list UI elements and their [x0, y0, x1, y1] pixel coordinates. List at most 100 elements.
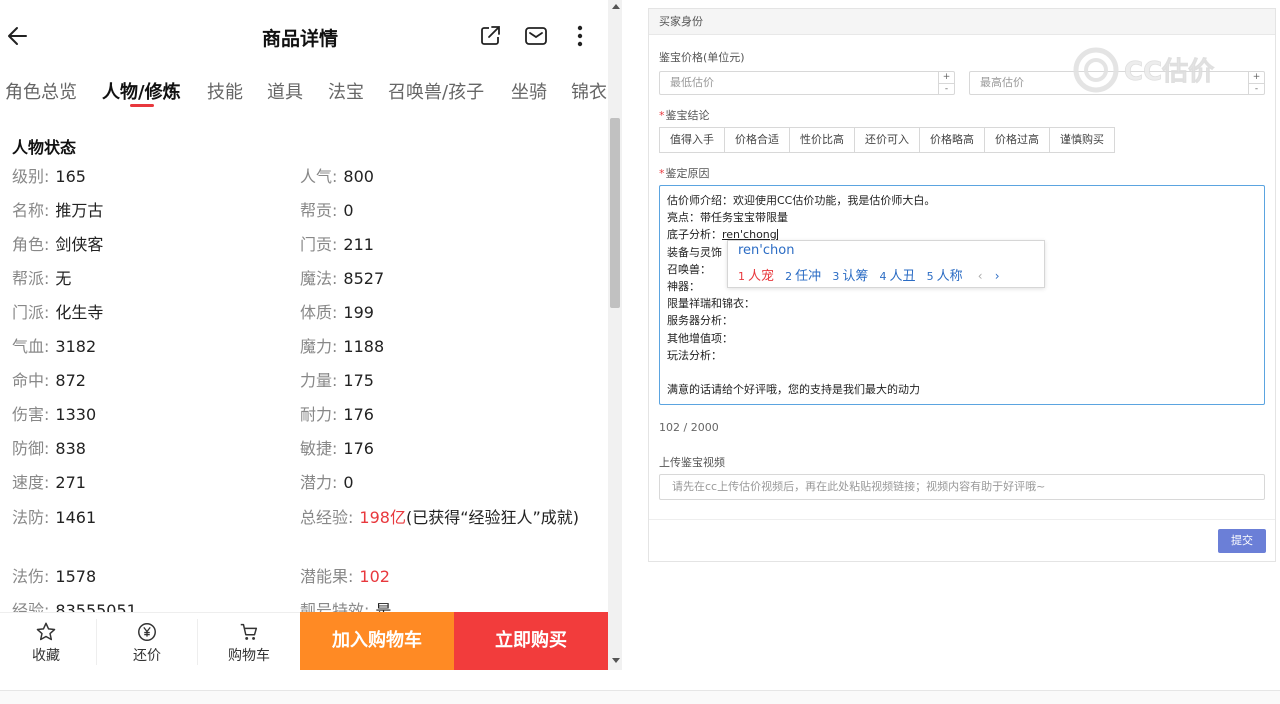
stat-row: 气血: 3182 [12, 337, 97, 356]
stat-row: 门贡: 211 [300, 235, 374, 254]
conclusion-option[interactable]: 价格合适 [724, 127, 790, 153]
stat-row: 防御: 838 [12, 439, 86, 458]
min-price-placeholder: 最低估价 [670, 76, 714, 89]
active-tab-indicator [130, 104, 154, 107]
price-label: 鉴宝价格(单位元) [659, 51, 745, 64]
text-line: 限量祥瑞和锦衣： [667, 297, 755, 311]
character-stats: 人物状态 级别: 165 名称: 推万古 角色: 剑侠客 帮派: 无 门派: 化生寺 气血… [0, 118, 608, 612]
stat-row: 速度: 271 [12, 473, 86, 492]
buyer-identity-header: 买家身份 [649, 9, 1275, 35]
stat-row: 帮派: 无 [12, 269, 72, 288]
ime-prev-page-icon[interactable]: ‹ [978, 269, 983, 283]
stat-row: 经验: 83555051 [12, 601, 137, 612]
ime-candidates: 1 人宠 2 任冲 3 认筹 4 人丑 5 人称 ‹ › [738, 265, 1000, 284]
ime-candidate[interactable]: 4 人丑 [879, 265, 915, 284]
page-title: 商品详情 [261, 28, 338, 50]
favorite-button[interactable]: 收藏 [0, 613, 92, 670]
favorite-label: 收藏 [32, 648, 60, 664]
ime-candidate[interactable]: 3 认筹 [832, 265, 868, 284]
potential-fruit-row: 潜能果: 102 [300, 567, 390, 586]
conclusion-option[interactable]: 谨慎购买 [1049, 127, 1115, 153]
text-line: 满意的话请给个好评哦，您的支持是我们最大的动力 [667, 383, 920, 397]
tab-treasures[interactable]: 法宝 [328, 78, 364, 104]
ime-candidate[interactable]: 1 人宠 [738, 265, 774, 284]
stat-row: 名称: 推万古 [12, 201, 104, 220]
tab-character-cultivation[interactable]: 人物/修炼 [102, 78, 181, 104]
stat-row: 伤害: 1330 [12, 405, 97, 424]
product-detail-panel: 商品详情 角色总览 人物/修炼 技能 道具 法宝 召唤兽/孩子 坐骑 锦衣 人物… [0, 0, 622, 670]
conclusion-option[interactable]: 价格略高 [919, 127, 985, 153]
star-icon [36, 622, 56, 641]
category-tabs: 角色总览 人物/修炼 技能 道具 法宝 召唤兽/孩子 坐骑 锦衣 [0, 78, 608, 112]
more-menu-icon[interactable] [568, 24, 592, 48]
stat-row: 命中: 872 [12, 371, 86, 390]
tab-outfits[interactable]: 锦衣 [571, 78, 607, 104]
mail-icon[interactable] [524, 24, 548, 48]
stat-row: 靓号特效: 是 [300, 601, 392, 612]
conclusion-options: 值得入手 价格合适 性价比高 还价可入 价格略高 价格过高 谨慎购买 [659, 127, 1115, 153]
decrement-button[interactable]: - [939, 83, 954, 94]
ime-candidate[interactable]: 5 人称 [927, 265, 963, 284]
yen-coin-icon [138, 623, 156, 641]
stat-row: 级别: 165 [12, 167, 86, 186]
conclusion-option[interactable]: 值得入手 [659, 127, 725, 153]
stat-row: 敏捷: 176 [300, 439, 374, 458]
character-counter: 102 / 2000 [659, 421, 719, 434]
cart-button[interactable]: 购物车 [198, 613, 300, 670]
stat-row: 角色: 剑侠客 [12, 235, 104, 254]
reason-label: *鉴定原因 [659, 167, 710, 180]
share-icon[interactable] [478, 24, 502, 48]
section-title: 人物状态 [12, 138, 77, 157]
conclusion-option[interactable]: 性价比高 [789, 127, 855, 153]
stat-row: 法防: 1461 [12, 508, 97, 527]
bottom-status-strip [0, 690, 1280, 704]
stat-row: 体质: 199 [300, 303, 374, 322]
video-label: 上传鉴宝视频 [659, 456, 725, 469]
submit-button[interactable]: 提交 [1218, 529, 1266, 553]
tab-summons-children[interactable]: 召唤兽/孩子 [388, 78, 484, 104]
add-to-cart-button[interactable]: 加入购物车 [300, 612, 454, 670]
scroll-down-arrow-icon[interactable] [612, 658, 620, 663]
ime-next-page-icon[interactable]: › [995, 269, 1000, 283]
stat-row: 潜力: 0 [300, 473, 354, 492]
reason-textarea[interactable]: 估价师介绍：欢迎使用CC估价功能，我是估价师大白。 亮点：带任务宝宝带限量 底子… [659, 185, 1265, 405]
stat-row: 魔法: 8527 [300, 269, 385, 288]
ime-candidate-window: ren'chon 1 人宠 2 任冲 3 认筹 4 人丑 5 人称 ‹ › [727, 240, 1045, 288]
scrollbar-thumb[interactable] [610, 118, 620, 308]
max-price-placeholder: 最高估价 [980, 76, 1024, 89]
scroll-up-arrow-icon[interactable] [612, 4, 620, 9]
divider [649, 519, 1275, 520]
scrollbar[interactable] [608, 0, 622, 670]
text-line: 其他增值项： [667, 331, 733, 345]
video-link-input[interactable]: 请先在cc上传估价视频后，再在此处粘贴视频链接；视频内容有助于好评哦~ [659, 474, 1265, 500]
ime-pinyin: ren'chon [738, 243, 795, 258]
cc-watermark-logo: CC估价 [1073, 47, 1216, 93]
app-header: 商品详情 [0, 0, 608, 72]
svg-text:CC估价: CC估价 [1124, 57, 1215, 87]
bargain-label: 还价 [133, 648, 161, 664]
conclusion-option[interactable]: 还价可入 [854, 127, 920, 153]
video-link-placeholder: 请先在cc上传估价视频后，再在此处粘贴视频链接；视频内容有助于好评哦~ [672, 480, 1046, 493]
text-line [667, 364, 1257, 381]
tab-overview[interactable]: 角色总览 [5, 78, 77, 104]
stat-row: 人气: 800 [300, 167, 374, 186]
tab-skills[interactable]: 技能 [207, 78, 243, 104]
bargain-button[interactable]: 还价 [98, 613, 196, 670]
min-price-stepper[interactable]: + - [938, 72, 954, 94]
stat-row: 帮贡: 0 [300, 201, 354, 220]
tab-mounts[interactable]: 坐骑 [511, 78, 547, 104]
text-line: 服务器分析： [667, 314, 733, 328]
shopping-cart-icon [240, 623, 258, 640]
tab-items[interactable]: 道具 [267, 78, 303, 104]
text-line: 亮点：带任务宝宝带限量 [667, 211, 788, 225]
increment-button[interactable]: + [939, 72, 954, 83]
cart-label: 购物车 [228, 648, 270, 664]
buy-now-button[interactable]: 立即购买 [454, 612, 608, 670]
text-line: 估价师介绍：欢迎使用CC估价功能，我是估价师大白。 [667, 194, 936, 207]
conclusion-option[interactable]: 价格过高 [984, 127, 1050, 153]
divider [96, 619, 97, 665]
ime-candidate[interactable]: 2 任冲 [785, 265, 821, 284]
min-price-input[interactable]: 最低估价 + - [659, 71, 955, 95]
conclusion-label: *鉴宝结论 [659, 109, 710, 122]
stat-row: 门派: 化生寺 [12, 303, 104, 322]
